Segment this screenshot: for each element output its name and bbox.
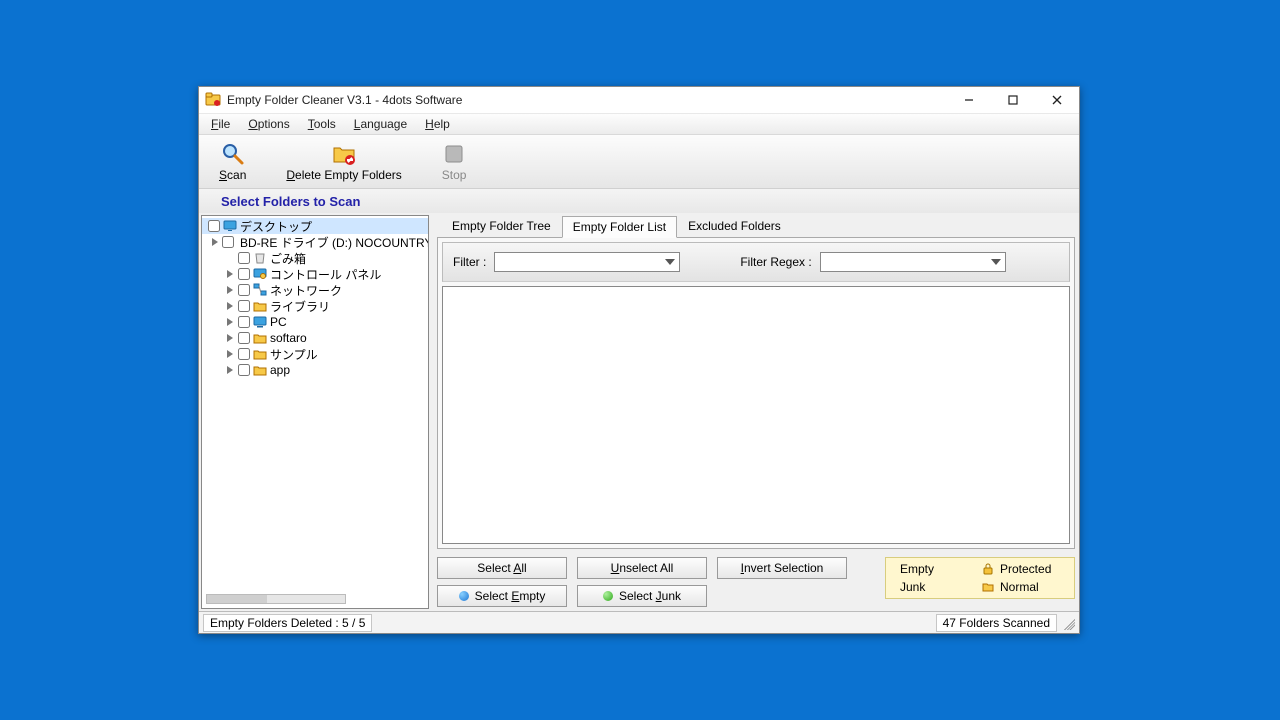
tree-row[interactable]: BD-RE ドライブ (D:) NOCOUNTRY [202,234,428,250]
tree-label: ライブラリ [270,298,330,315]
chevron-down-icon [989,254,1003,270]
stop-button[interactable]: Stop [442,142,467,182]
tree-checkbox[interactable] [208,220,220,232]
folder-icon [982,581,994,593]
tree-checkbox[interactable] [238,284,250,296]
expand-icon[interactable] [225,349,235,359]
tab-body: Filter : Filter Regex : [437,237,1075,549]
expand-icon[interactable] [225,301,235,311]
tree-checkbox[interactable] [238,316,250,328]
magnifier-icon [221,142,245,166]
folder-delete-icon [332,142,356,166]
recycle-icon [253,251,267,265]
desktop-icon [223,219,237,233]
status-scanned: 47 Folders Scanned [936,614,1057,632]
maximize-button[interactable] [991,87,1035,113]
delete-empty-folders-button[interactable]: Delete Empty Folders [286,142,401,182]
network-icon [253,283,267,297]
menubar: File Options Tools Language Help [199,113,1079,135]
expand-icon[interactable] [225,365,235,375]
tree-row[interactable]: サンプル [202,346,428,362]
filter-label: Filter : [453,255,486,269]
filter-regex-combo[interactable] [820,252,1006,272]
expand-icon[interactable] [225,269,235,279]
menu-tools[interactable]: Tools [304,115,340,133]
status-deleted: Empty Folders Deleted : 5 / 5 [203,614,372,632]
menu-options[interactable]: Options [244,115,293,133]
folder-tree[interactable]: デスクトップBD-RE ドライブ (D:) NOCOUNTRYごみ箱コントロール… [201,215,429,609]
tree-label: BD-RE ドライブ (D:) NOCOUNTRY [240,234,429,251]
tree-checkbox[interactable] [238,364,250,376]
legend: Empty Protected Junk Normal [885,557,1075,599]
folder-icon [253,347,267,361]
tree-row[interactable]: デスクトップ [202,218,428,234]
tab-strip: Empty Folder Tree Empty Folder List Excl… [437,215,1075,237]
tree-checkbox[interactable] [238,268,250,280]
select-empty-button[interactable]: Select Empty [437,585,567,607]
chevron-down-icon [663,254,677,270]
tree-checkbox[interactable] [238,348,250,360]
tree-label: ネットワーク [270,282,342,299]
tree-label: ごみ箱 [270,250,306,267]
select-all-button[interactable]: Select All [437,557,567,579]
filter-regex-label: Filter Regex : [740,255,811,269]
tree-label: サンプル [270,346,318,363]
invert-selection-button[interactable]: Invert Selection [717,557,847,579]
tab-empty-folder-list[interactable]: Empty Folder List [562,216,677,238]
folder-listbox[interactable] [442,286,1070,544]
tree-checkbox[interactable] [238,252,250,264]
tree-row[interactable]: コントロール パネル [202,266,428,282]
stop-icon [442,142,466,166]
empty-dot-icon [459,591,469,601]
filter-combo[interactable] [494,252,680,272]
tree-label: softaro [270,331,307,345]
tree-row[interactable]: softaro [202,330,428,346]
tab-excluded-folders[interactable]: Excluded Folders [677,215,792,237]
section-heading: Select Folders to Scan [199,189,1079,213]
unselect-all-button[interactable]: Unselect All [577,557,707,579]
close-button[interactable] [1035,87,1079,113]
folder-icon [253,363,267,377]
tab-empty-folder-tree[interactable]: Empty Folder Tree [441,215,562,237]
junk-dot-icon [603,591,613,601]
tree-label: コントロール パネル [270,266,381,283]
tree-row[interactable]: ごみ箱 [202,250,428,266]
window-title: Empty Folder Cleaner V3.1 - 4dots Softwa… [227,93,947,107]
scan-button[interactable]: Scan [219,142,246,182]
resize-grip[interactable] [1061,616,1075,630]
expand-icon[interactable] [225,285,235,295]
tree-label: app [270,363,290,377]
app-icon [205,92,221,108]
toolbar: Scan Delete Empty Folders Stop [199,135,1079,189]
expand-icon[interactable] [211,237,219,247]
app-window: Empty Folder Cleaner V3.1 - 4dots Softwa… [198,86,1080,634]
control-icon [253,267,267,281]
tree-checkbox[interactable] [238,300,250,312]
minimize-button[interactable] [947,87,991,113]
menu-help[interactable]: Help [421,115,454,133]
pc-icon [253,315,267,329]
tree-scrollbar[interactable] [206,594,346,604]
tree-row[interactable]: PC [202,314,428,330]
folder-icon [253,299,267,313]
tree-checkbox[interactable] [238,332,250,344]
menu-file[interactable]: File [207,115,234,133]
expand-icon[interactable] [225,253,235,263]
tree-row[interactable]: ライブラリ [202,298,428,314]
tree-label: デスクトップ [240,218,312,235]
expand-icon[interactable] [225,317,235,327]
tree-row[interactable]: app [202,362,428,378]
folder-icon [253,331,267,345]
filter-bar: Filter : Filter Regex : [442,242,1070,282]
expand-icon[interactable] [225,333,235,343]
tree-row[interactable]: ネットワーク [202,282,428,298]
menu-language[interactable]: Language [350,115,411,133]
select-junk-button[interactable]: Select Junk [577,585,707,607]
statusbar: Empty Folders Deleted : 5 / 5 47 Folders… [199,611,1079,633]
tree-label: PC [270,315,287,329]
tree-checkbox[interactable] [222,236,234,248]
titlebar: Empty Folder Cleaner V3.1 - 4dots Softwa… [199,87,1079,113]
lock-icon [982,563,994,575]
